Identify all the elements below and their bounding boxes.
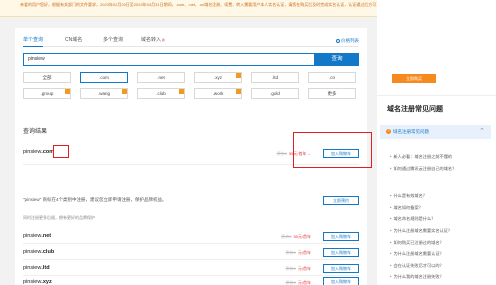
highlight-box-suffix (53, 145, 69, 158)
faq-question[interactable]: 域名如何备案？ (390, 205, 422, 211)
table-row: pinsiew.xyz 原价¥ 元/首年 加入购物车 (23, 276, 359, 285)
suffix-group[interactable]: .group (23, 88, 71, 99)
table-row: pinsiew.net 原价¥ 55元/首年 加入购物车 (23, 228, 359, 244)
suffix-wang[interactable]: .wang (80, 88, 128, 99)
domain-search-input[interactable]: pinsiew (23, 53, 315, 66)
price-list-link[interactable]: 价格列表 (336, 38, 359, 44)
suffix-ltd[interactable]: .ltd (251, 72, 299, 83)
tab-single-query[interactable]: 单个查询 (23, 37, 44, 47)
result-price: 原价¥ 元/首年 (285, 266, 311, 271)
result-domain: pinsiew.net (23, 233, 52, 239)
faq-question[interactable]: 为什么我的域名注册失败？ (390, 274, 443, 280)
suffix-cn[interactable]: .cn (308, 72, 356, 83)
result-price: 原价¥ 元/首年 (285, 250, 311, 255)
chevron-up-icon: ⌃ (479, 128, 485, 135)
result-domain: pinsiew.xyz (23, 279, 52, 285)
buy-now-button[interactable]: 立即购买 (392, 74, 436, 83)
faq-list: 新人必看：域名注册之前不懂的 如何通过腾讯云注册自己的域名？ 什么是有效域名？ … (380, 150, 492, 285)
tab-multi-query[interactable]: 多个查询 (103, 37, 123, 47)
faq-question[interactable]: 什么是有效域名？ (390, 193, 427, 199)
recommend-title: 同时注册更多后缀，拥有更好的品牌保护 (23, 215, 95, 220)
tab-domain-transfer[interactable]: 域名转入新 (141, 37, 165, 47)
table-row: pinsiew.club 原价¥ 元/首年 加入购物车 (23, 244, 359, 260)
result-price: 原价¥ 55元/首年 (281, 234, 311, 239)
faq-question[interactable]: 会在认证失败后才可以的？ (390, 263, 443, 269)
trademark-reminder: "pinsiew" 商标在4个类别中注册，建议您立即申请注册，保护品牌权益。 (23, 197, 167, 202)
promo-tag-icon (65, 89, 70, 94)
result-domain: pinsiew.club (23, 249, 55, 255)
suffix-com[interactable]: .com (80, 72, 128, 83)
query-tabs: 单个查询 CN域名 多个查询 域名转入新 (23, 37, 359, 47)
faq-title: 域名注册常见问题 (387, 106, 443, 113)
suffix-more[interactable]: 更多 (308, 88, 356, 99)
search-row: pinsiew 查询 (23, 53, 359, 66)
table-row: pinsiew.ltd 原价¥ 元/首年 加入购物车 (23, 260, 359, 276)
search-button[interactable]: 查询 (315, 53, 359, 66)
reserve-button[interactable]: 立即预约 (323, 196, 359, 205)
faq-question[interactable]: 为什么注册域名需要认证？ (390, 251, 443, 257)
result-domain: pinsiew.ltd (23, 265, 50, 271)
faq-category[interactable]: ? 域名注册常见问题 ⌃ (380, 125, 491, 139)
add-to-cart-button[interactable]: 加入购物车 (323, 277, 359, 285)
suffix-work[interactable]: .work (194, 88, 242, 99)
add-to-cart-button[interactable]: 加入购物车 (323, 248, 359, 257)
list-icon (336, 38, 340, 43)
tab-cn-domain[interactable]: CN域名 (65, 37, 82, 47)
question-icon: ? (386, 129, 391, 135)
suffix-all[interactable]: 全部 (23, 72, 71, 83)
faq-question[interactable]: 域名命名规则是什么？ (390, 216, 435, 222)
faq-question[interactable]: 新人必看：域名注册之前不懂的 (390, 154, 452, 160)
promo-tag-icon (122, 89, 127, 94)
suffix-net[interactable]: .net (137, 72, 185, 83)
result-price: 原价¥ 元/首年 (285, 280, 311, 285)
faq-question[interactable]: 如何通过腾讯云注册自己的域名？ (390, 166, 456, 172)
promo-tag-icon (179, 89, 184, 94)
faq-question[interactable]: 为什么注册域名需要实名认证？ (390, 228, 452, 234)
highlight-box-cart (293, 132, 372, 168)
promo-tag-icon (236, 73, 241, 78)
faq-question[interactable]: 如何购买已注册过的域名？ (390, 240, 443, 246)
suffix-gold[interactable]: .gold (251, 88, 299, 99)
suffix-club[interactable]: .club (137, 88, 185, 99)
promo-tag-icon (236, 89, 241, 94)
suffix-xyz[interactable]: .xyz (194, 72, 242, 83)
add-to-cart-button[interactable]: 加入购物车 (323, 264, 359, 273)
new-badge: 新 (162, 38, 166, 42)
results-title: 查询结果 (23, 129, 48, 135)
add-to-cart-button[interactable]: 加入购物车 (323, 232, 359, 241)
result-domain: pinsiew.com (23, 149, 55, 155)
